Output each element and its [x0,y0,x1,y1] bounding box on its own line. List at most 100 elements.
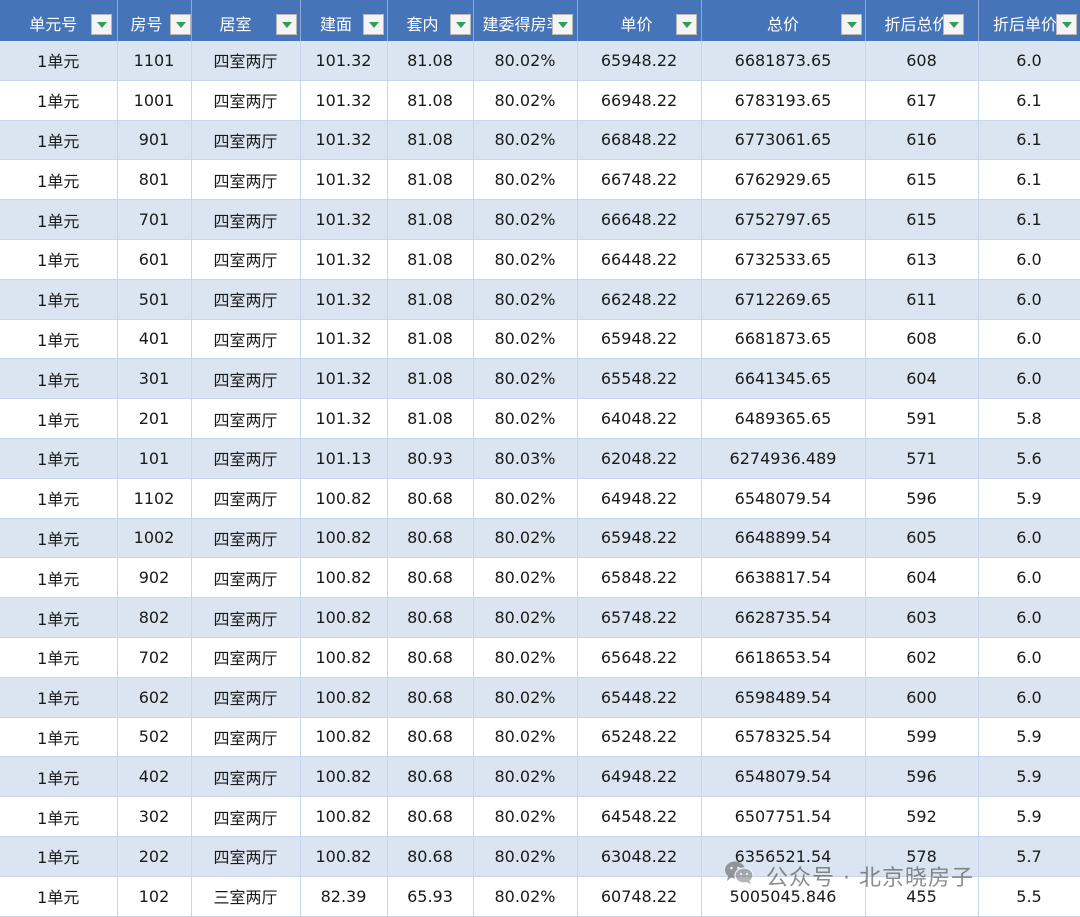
table-row[interactable]: 1单元 502 四室两厅 100.82 80.68 80.02% 65248.22 65783… [0,717,1080,758]
table-row[interactable]: 1单元 301 四室两厅 101.32 81.08 80.02% 65548.22 66413… [0,358,1080,400]
cell-room[interactable]: 501 [117,279,192,320]
cell-unit[interactable]: 1单元 [0,557,118,599]
cell-unit[interactable]: 1单元 [0,597,118,638]
cell-discount-total[interactable]: 571 [865,438,979,479]
cell-total-price[interactable]: 6752797.65 [701,199,866,240]
cell-layout[interactable]: 四室两厅 [191,120,301,161]
cell-layout[interactable]: 四室两厅 [191,80,301,121]
filter-dropdown-button[interactable] [675,14,697,35]
cell-net-area[interactable]: 81.08 [387,41,474,81]
cell-efficiency[interactable]: 80.02% [473,398,578,439]
cell-net-area[interactable]: 81.08 [387,80,474,121]
cell-discount-total[interactable]: 615 [865,199,979,240]
cell-room[interactable]: 502 [117,717,192,758]
table-row[interactable]: 1单元 501 四室两厅 101.32 81.08 80.02% 66248.22 67122… [0,279,1080,320]
cell-discount-unit[interactable]: 5.6 [978,438,1080,479]
table-row[interactable]: 1单元 401 四室两厅 101.32 81.08 80.02% 65948.22 66818… [0,319,1080,360]
cell-discount-total[interactable]: 615 [865,159,979,201]
cell-unit-price[interactable]: 64948.22 [577,478,702,519]
cell-unit[interactable]: 1单元 [0,319,118,360]
filter-dropdown-button[interactable] [840,14,862,35]
cell-room[interactable]: 802 [117,597,192,638]
cell-room[interactable]: 301 [117,358,192,400]
table-row[interactable]: 1单元 802 四室两厅 100.82 80.68 80.02% 65748.22 66287… [0,597,1080,638]
cell-total-price[interactable]: 6681873.65 [701,319,866,360]
cell-gross-area[interactable]: 100.82 [300,717,388,758]
filter-dropdown-button[interactable] [275,14,297,35]
cell-net-area[interactable]: 81.08 [387,358,474,400]
cell-total-price[interactable]: 6638817.54 [701,557,866,599]
cell-total-price[interactable]: 6618653.54 [701,637,866,678]
cell-net-area[interactable]: 80.68 [387,518,474,559]
cell-room[interactable]: 601 [117,239,192,280]
cell-layout[interactable]: 四室两厅 [191,398,301,439]
cell-gross-area[interactable]: 101.32 [300,120,388,161]
cell-discount-unit[interactable]: 6.0 [978,358,1080,400]
cell-unit-price[interactable]: 66848.22 [577,120,702,161]
cell-layout[interactable]: 四室两厅 [191,478,301,519]
cell-room[interactable]: 101 [117,438,192,479]
cell-total-price[interactable]: 6548079.54 [701,478,866,519]
cell-discount-unit[interactable]: 6.1 [978,120,1080,161]
cell-layout[interactable]: 四室两厅 [191,358,301,400]
table-row[interactable]: 1单元 302 四室两厅 100.82 80.68 80.02% 64548.22 65077… [0,796,1080,837]
cell-total-price[interactable]: 6548079.54 [701,756,866,798]
cell-unit-price[interactable]: 66448.22 [577,239,702,280]
cell-net-area[interactable]: 81.08 [387,279,474,320]
filter-dropdown-button[interactable] [942,14,964,35]
cell-efficiency[interactable]: 80.03% [473,438,578,479]
cell-unit[interactable]: 1单元 [0,159,118,201]
cell-room[interactable]: 401 [117,319,192,360]
cell-layout[interactable]: 四室两厅 [191,637,301,678]
cell-discount-unit[interactable]: 6.0 [978,279,1080,320]
cell-unit[interactable]: 1单元 [0,677,118,718]
cell-discount-unit[interactable]: 5.9 [978,478,1080,519]
cell-unit[interactable]: 1单元 [0,438,118,479]
table-row[interactable]: 1单元 702 四室两厅 100.82 80.68 80.02% 65648.22 66186… [0,637,1080,678]
cell-discount-unit[interactable]: 5.9 [978,717,1080,758]
cell-gross-area[interactable]: 100.82 [300,637,388,678]
cell-unit[interactable]: 1单元 [0,279,118,320]
cell-discount-unit[interactable]: 5.8 [978,398,1080,439]
cell-unit[interactable]: 1单元 [0,836,118,877]
cell-gross-area[interactable]: 100.82 [300,597,388,638]
cell-layout[interactable]: 四室两厅 [191,836,301,877]
cell-room[interactable]: 102 [117,876,192,917]
cell-discount-unit[interactable]: 5.9 [978,796,1080,837]
cell-room[interactable]: 302 [117,796,192,837]
cell-discount-total[interactable]: 608 [865,41,979,81]
cell-gross-area[interactable]: 100.82 [300,518,388,559]
cell-unit-price[interactable]: 65748.22 [577,597,702,638]
cell-room[interactable]: 1101 [117,41,192,81]
cell-total-price[interactable]: 6628735.54 [701,597,866,638]
cell-efficiency[interactable]: 80.02% [473,239,578,280]
cell-room[interactable]: 701 [117,199,192,240]
cell-room[interactable]: 402 [117,756,192,798]
cell-room[interactable]: 1002 [117,518,192,559]
cell-discount-unit[interactable]: 6.1 [978,199,1080,240]
cell-layout[interactable]: 四室两厅 [191,756,301,798]
cell-net-area[interactable]: 80.68 [387,756,474,798]
cell-efficiency[interactable]: 80.02% [473,41,578,81]
table-row[interactable]: 1单元 101 四室两厅 101.13 80.93 80.03% 62048.22 62749… [0,438,1080,479]
cell-room[interactable]: 201 [117,398,192,439]
cell-gross-area[interactable]: 101.13 [300,438,388,479]
cell-layout[interactable]: 四室两厅 [191,199,301,240]
cell-unit-price[interactable]: 65548.22 [577,358,702,400]
cell-total-price[interactable]: 6681873.65 [701,41,866,81]
cell-layout[interactable]: 四室两厅 [191,279,301,320]
cell-room[interactable]: 702 [117,637,192,678]
cell-unit-price[interactable]: 64948.22 [577,756,702,798]
cell-efficiency[interactable]: 80.02% [473,518,578,559]
cell-efficiency[interactable]: 80.02% [473,319,578,360]
cell-unit-price[interactable]: 65648.22 [577,637,702,678]
filter-dropdown-button[interactable] [169,14,190,35]
cell-layout[interactable]: 四室两厅 [191,438,301,479]
cell-gross-area[interactable]: 100.82 [300,796,388,837]
cell-unit-price[interactable]: 65248.22 [577,717,702,758]
cell-gross-area[interactable]: 82.39 [300,876,388,917]
cell-unit-price[interactable]: 64548.22 [577,796,702,837]
cell-gross-area[interactable]: 100.82 [300,836,388,877]
cell-unit-price[interactable]: 60748.22 [577,876,702,917]
cell-discount-unit[interactable]: 6.0 [978,557,1080,599]
